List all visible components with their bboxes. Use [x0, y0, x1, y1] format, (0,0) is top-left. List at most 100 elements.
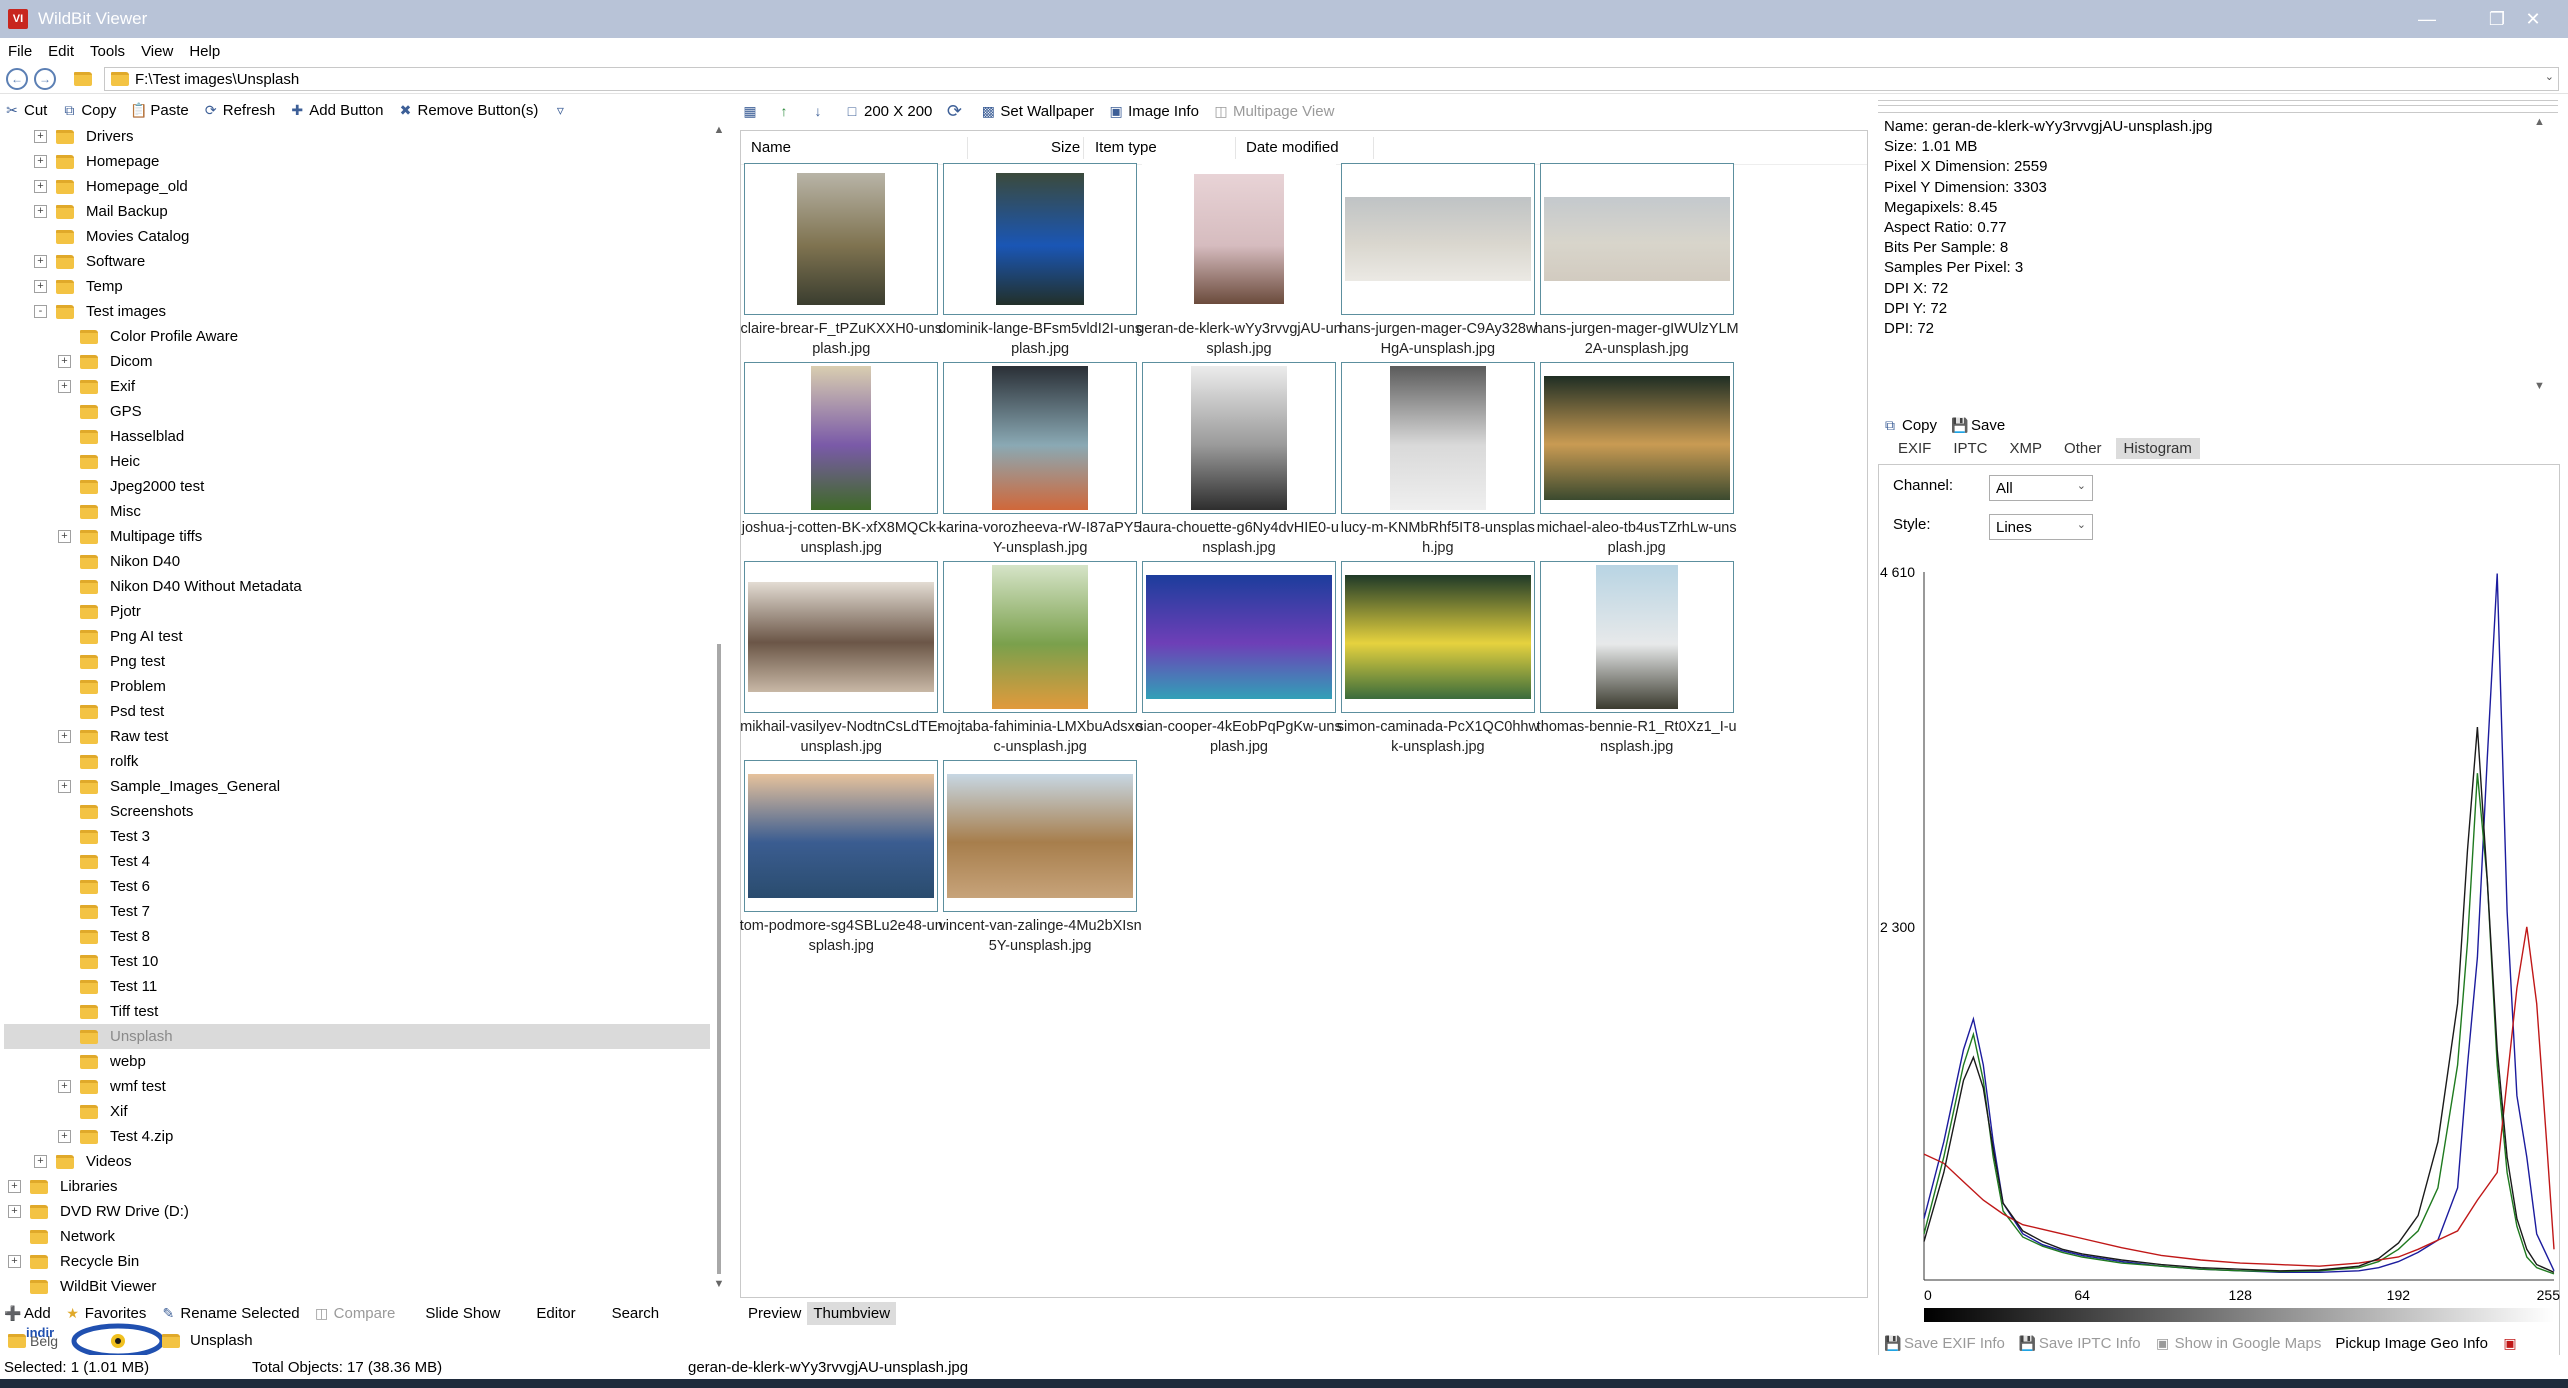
thumbnail-item[interactable]: karina-vorozheeva-rW-I87aPY5Y-unsplash.j… [939, 362, 1142, 562]
thumbnail-frame[interactable] [1141, 561, 1336, 714]
cut-button[interactable]: ✂ Cut [4, 102, 47, 119]
sort-down-button[interactable]: ↓ [810, 103, 830, 119]
tree-item[interactable]: Png test [4, 649, 165, 674]
thumbnail-item[interactable]: sian-cooper-4kEobPqPgKw-unsplash.jpg [1136, 561, 1342, 761]
thumbnail-item[interactable]: vincent-van-zalinge-4Mu2bXIsn5Y-unsplash… [939, 759, 1142, 960]
tree-item[interactable]: + Recycle Bin [4, 1249, 139, 1274]
tree-item[interactable]: Psd test [4, 699, 164, 724]
scroll-down-icon[interactable]: ▼ [2534, 380, 2545, 392]
menu-view[interactable]: View [133, 43, 181, 60]
favorite-item-2[interactable]: Unsplash [190, 1332, 253, 1349]
tree-item[interactable]: Test 3 [4, 824, 150, 849]
tree-item[interactable]: Test 6 [4, 874, 150, 899]
tree-item[interactable]: rolfk [4, 749, 138, 774]
sort-up-button[interactable]: ↑ [776, 103, 796, 119]
tab-exif[interactable]: EXIF [1890, 438, 1939, 459]
tab-xmp[interactable]: XMP [2002, 438, 2051, 459]
tree-item[interactable]: + Temp [4, 274, 123, 299]
scroll-up-icon[interactable]: ▲ [2534, 116, 2545, 128]
tree-item[interactable]: Screenshots [4, 799, 193, 824]
tree-item[interactable]: Color Profile Aware [4, 324, 238, 349]
tree-item[interactable]: Png AI test [4, 624, 183, 649]
tab-other[interactable]: Other [2056, 438, 2110, 459]
tree-item[interactable]: Heic [4, 449, 140, 474]
expand-icon[interactable]: + [34, 280, 47, 293]
menu-tools[interactable]: Tools [82, 43, 133, 60]
rotate-button[interactable]: ⟳ [946, 102, 966, 120]
tree-item[interactable]: - Test images [4, 299, 166, 324]
channel-select[interactable]: All ⌄ [1989, 475, 2093, 501]
expand-icon[interactable]: + [58, 530, 71, 543]
tree-item[interactable]: Misc [4, 499, 141, 524]
expand-icon[interactable]: + [8, 1180, 21, 1193]
thumbnail-item[interactable]: hans-jurgen-mager-gIWUlzYLM2A-unsplash.j… [1535, 163, 1739, 363]
thumbnail-item[interactable]: hans-jurgen-mager-C9Ay328wHgA-unsplash.j… [1339, 163, 1536, 363]
set-wallpaper-button[interactable]: ▩ Set Wallpaper [980, 103, 1094, 120]
expand-icon[interactable]: + [58, 780, 71, 793]
folder-up-icon[interactable] [74, 70, 92, 87]
tree-item[interactable]: Test 10 [4, 949, 158, 974]
thumbnail-item[interactable]: lucy-m-KNMbRhf5IT8-unsplash.jpg [1341, 362, 1535, 562]
expand-icon[interactable]: + [58, 730, 71, 743]
tree-item[interactable]: Test 11 [4, 974, 157, 999]
forward-icon[interactable]: → [34, 67, 56, 90]
tree-item[interactable]: Tiff test [4, 999, 158, 1024]
tree-item[interactable]: + Libraries [4, 1174, 118, 1199]
thumbnail-frame[interactable] [943, 759, 1138, 912]
expand-icon[interactable]: + [58, 380, 71, 393]
tree-item[interactable]: + Test 4.zip [4, 1124, 173, 1149]
thumbnail-frame[interactable] [744, 759, 939, 912]
thumbnail-item[interactable]: geran-de-klerk-wYy3rvvgjAU-unsplash.jpg [1136, 163, 1342, 363]
thumbnail-item[interactable]: claire-brear-F_tPZuKXXH0-unsplash.jpg [741, 163, 942, 363]
tree-item[interactable]: Hasselblad [4, 424, 184, 449]
refresh-button[interactable]: ⟳ Refresh [203, 102, 275, 119]
expand-icon[interactable]: + [8, 1205, 21, 1218]
search-button[interactable]: Search [612, 1305, 660, 1322]
thumbnail-frame[interactable] [1340, 163, 1535, 316]
column-divider[interactable] [1235, 137, 1236, 159]
tree-item[interactable]: + Homepage [4, 149, 159, 174]
column-divider[interactable] [1083, 137, 1084, 159]
thumbnail-frame[interactable] [744, 163, 939, 316]
expand-icon[interactable]: + [34, 180, 47, 193]
back-icon[interactable]: ← [6, 67, 28, 90]
expand-icon[interactable]: + [34, 130, 47, 143]
thumbnail-frame[interactable] [1141, 163, 1336, 316]
tree-item[interactable]: Unsplash [4, 1024, 710, 1049]
tree-item[interactable]: + Exif [4, 374, 135, 399]
expand-icon[interactable]: + [58, 355, 71, 368]
tree-item[interactable]: + Mail Backup [4, 199, 168, 224]
thumbnail-frame[interactable] [1539, 163, 1734, 316]
tree-item[interactable]: Network [4, 1224, 115, 1249]
style-select[interactable]: Lines ⌄ [1989, 514, 2093, 540]
info-scrollbar[interactable]: ▲ ▼ [2534, 116, 2548, 396]
thumbnail-item[interactable]: thomas-bennie-R1_Rt0Xz1_I-unsplash.jpg [1537, 561, 1737, 761]
expand-icon[interactable]: + [58, 1080, 71, 1093]
tree-item[interactable]: Pjotr [4, 599, 141, 624]
expand-icon[interactable]: + [58, 1130, 71, 1143]
menu-file[interactable]: File [0, 43, 40, 60]
splitter[interactable] [1878, 100, 2558, 106]
close-icon[interactable]: ✕ [2498, 0, 2568, 38]
column-date-modified[interactable]: Date modified [1246, 139, 1339, 156]
tree-item[interactable]: Movies Catalog [4, 224, 189, 249]
tab-thumbview[interactable]: Thumbview [807, 1301, 897, 1325]
thumbnail-frame[interactable] [744, 561, 939, 714]
tree-item[interactable]: WildBit Viewer [4, 1274, 156, 1294]
image-info-button[interactable]: ▣ Image Info [1108, 103, 1199, 120]
paste-button[interactable]: 📋 Paste [130, 102, 188, 119]
thumbnail-frame[interactable] [1141, 362, 1336, 515]
thumbnail-frame[interactable] [1539, 362, 1734, 515]
tree-item[interactable]: + Drivers [4, 124, 134, 149]
tree-item[interactable]: GPS [4, 399, 142, 424]
tree-item[interactable]: Xif [4, 1099, 128, 1124]
thumbnail-item[interactable]: laura-chouette-g6Ny4dvHIE0-unsplash.jpg [1139, 362, 1339, 562]
tree-item[interactable]: + DVD RW Drive (D:) [4, 1199, 189, 1224]
remove-buttons-button[interactable]: ✖ Remove Button(s) [398, 102, 539, 119]
collapse-icon[interactable]: - [34, 305, 47, 318]
thumbnail-frame[interactable] [744, 362, 939, 515]
tree-item[interactable]: Test 8 [4, 924, 150, 949]
tree-item[interactable]: + Software [4, 249, 145, 274]
thumbnail-item[interactable]: mikhail-vasilyev-NodtnCsLdTE-unsplash.jp… [740, 561, 942, 761]
minimize-icon[interactable]: — [2392, 0, 2462, 38]
